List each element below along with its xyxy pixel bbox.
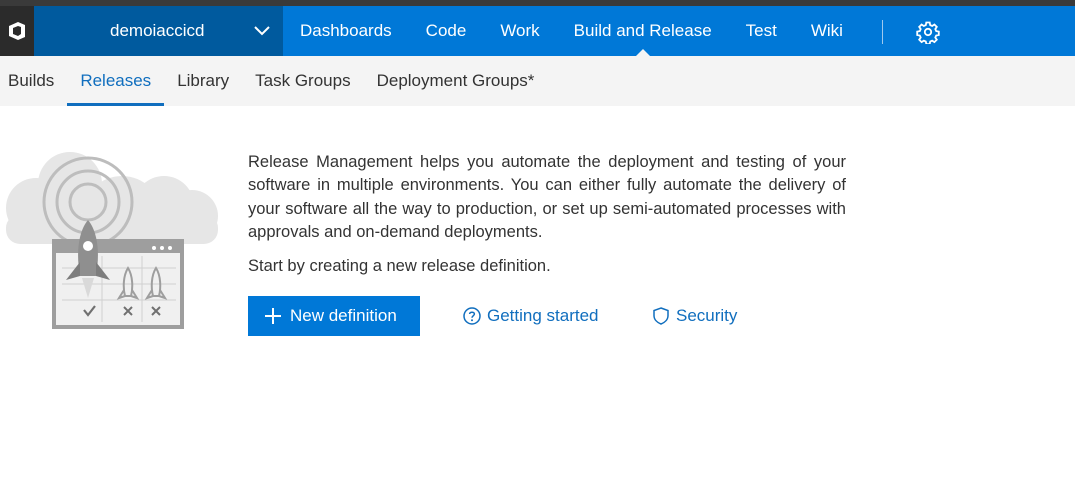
gear-icon[interactable] <box>916 20 940 44</box>
hub-dashboards[interactable]: Dashboards <box>283 6 409 56</box>
getting-started-label: Getting started <box>487 306 599 325</box>
tab-builds[interactable]: Builds <box>0 56 67 106</box>
hub-tabs: Dashboards Code Work Build and Release T… <box>283 6 860 56</box>
hub-work[interactable]: Work <box>483 6 556 56</box>
getting-started-link[interactable]: Getting started <box>462 304 599 328</box>
release-rocket-illustration <box>6 152 218 329</box>
shield-icon <box>653 307 669 325</box>
topbar-divider <box>882 20 883 44</box>
top-navigation-bar: demoiaccicd Dashboards Code Work Build a… <box>0 6 1075 56</box>
plus-icon <box>265 308 281 324</box>
question-circle-icon <box>463 307 481 325</box>
hub-code[interactable]: Code <box>409 6 484 56</box>
release-description: Release Management helps you automate th… <box>248 153 846 241</box>
hub-build-and-release[interactable]: Build and Release <box>557 6 729 56</box>
tab-deployment-groups[interactable]: Deployment Groups* <box>364 56 548 106</box>
chevron-down-icon <box>254 26 270 36</box>
account-name: demoiaccicd <box>110 21 205 40</box>
hub-test[interactable]: Test <box>729 6 794 56</box>
hub-wiki[interactable]: Wiki <box>794 6 860 56</box>
tab-library[interactable]: Library <box>164 56 242 106</box>
tab-releases[interactable]: Releases <box>67 56 165 106</box>
sub-navigation: Builds Releases Library Task Groups Depl… <box>0 56 1075 106</box>
account-selector[interactable]: demoiaccicd <box>34 6 283 56</box>
security-link[interactable]: Security <box>651 304 737 328</box>
new-definition-button[interactable]: New definition <box>248 296 420 336</box>
security-label: Security <box>676 306 738 325</box>
vsts-logo-icon[interactable] <box>0 6 34 56</box>
tab-task-groups[interactable]: Task Groups <box>242 56 363 106</box>
new-definition-label: New definition <box>290 306 397 325</box>
start-prompt: Start by creating a new release definiti… <box>248 257 551 275</box>
